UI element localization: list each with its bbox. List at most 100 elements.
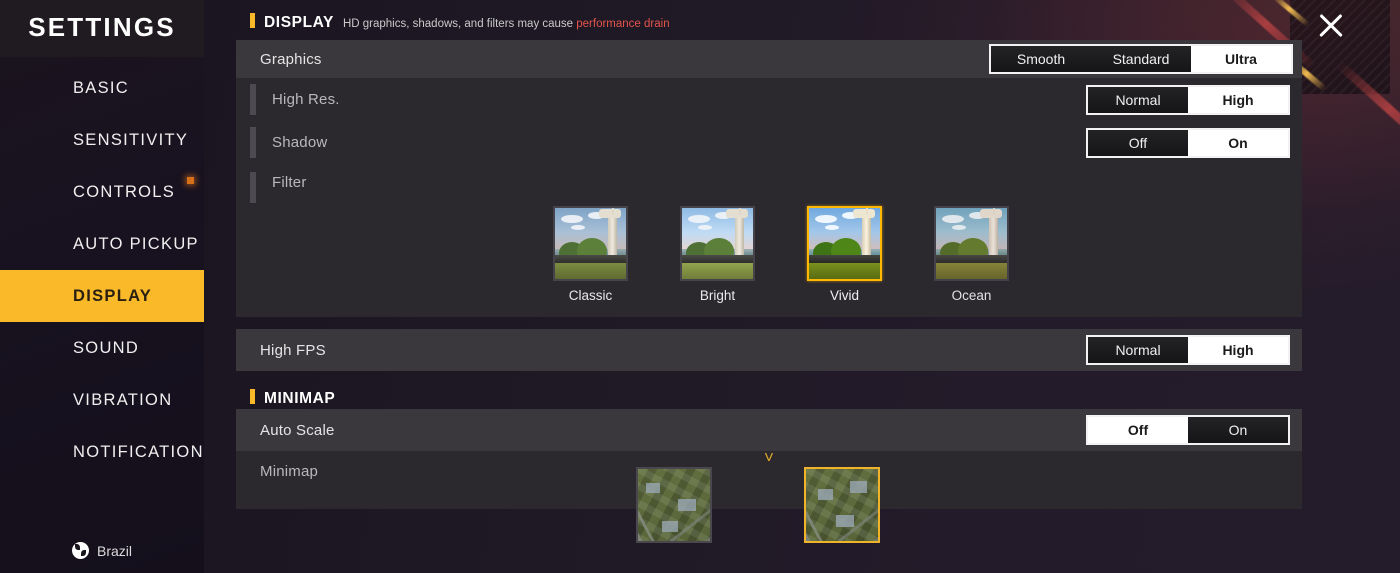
- thumb-cloud: [688, 215, 710, 223]
- graphics-label: Graphics: [260, 50, 322, 68]
- sidebar-item-display[interactable]: DISPLAY: [0, 270, 204, 322]
- sidebar-item-notification[interactable]: NOTIFICATION: [0, 426, 204, 478]
- sidebar-item-vibration[interactable]: VIBRATION: [0, 374, 204, 426]
- thumb-tower-mast: [612, 208, 615, 215]
- thumb-cloud: [698, 225, 712, 230]
- thumb-tower-top: [853, 209, 876, 219]
- settings-screen: SETTINGS BASIC SENSITIVITY CONTROLS AUTO…: [0, 0, 1400, 573]
- shadow-option-off[interactable]: Off: [1088, 129, 1188, 156]
- sidebar-item-label: SOUND: [73, 338, 140, 357]
- auto-scale-toggle-group[interactable]: Off On: [1086, 415, 1290, 445]
- graphics-option-ultra[interactable]: Ultra: [1191, 46, 1291, 72]
- thumb-tower-top: [599, 209, 622, 219]
- graphics-option-smooth[interactable]: Smooth: [991, 46, 1091, 72]
- thumb-cloud: [571, 225, 585, 230]
- minimap-options: [236, 463, 880, 543]
- high-fps-option-high[interactable]: High: [1188, 337, 1288, 363]
- high-res-option-high[interactable]: High: [1188, 86, 1288, 113]
- high-fps-card: High FPS Normal High: [236, 329, 1302, 371]
- shadow-row: Shadow Off On: [236, 121, 1302, 164]
- subrow-accent-tab: [250, 84, 256, 115]
- filter-thumbnail: [553, 206, 628, 281]
- minimap-section-header: MINIMAP: [236, 371, 1314, 409]
- shadow-toggle-group[interactable]: Off On: [1086, 127, 1290, 158]
- filter-option-vivid[interactable]: Vivid: [807, 206, 882, 303]
- auto-scale-option-on[interactable]: On: [1188, 417, 1288, 443]
- shadow-option-on[interactable]: On: [1188, 129, 1288, 156]
- filter-thumbnail: [680, 206, 755, 281]
- subrow-accent-tab: [250, 127, 256, 158]
- sidebar-item-label: VIBRATION: [73, 390, 173, 409]
- region-selector[interactable]: Brazil: [0, 542, 204, 559]
- section-accent-bar: [250, 389, 255, 404]
- auto-scale-option-off[interactable]: Off: [1088, 417, 1188, 443]
- notification-dot-icon: [187, 177, 194, 184]
- thumb-road: [555, 254, 626, 264]
- auto-scale-label: Auto Scale: [260, 421, 335, 439]
- auto-scale-row: Auto Scale Off On: [236, 409, 1302, 451]
- sidebar-item-label: NOTIFICATION: [73, 442, 204, 461]
- subtitle-warning: performance drain: [576, 18, 670, 30]
- minimap-building: [836, 515, 854, 527]
- graphics-row: Graphics Smooth Standard Ultra: [236, 40, 1302, 78]
- high-res-label: High Res.: [272, 91, 340, 108]
- region-label: Brazil: [96, 542, 132, 559]
- thumb-road: [809, 254, 880, 264]
- shadow-label: Shadow: [272, 134, 328, 151]
- graphics-option-standard[interactable]: Standard: [1091, 46, 1191, 72]
- sidebar-item-sensitivity[interactable]: SENSITIVITY: [0, 114, 204, 166]
- filter-option-ocean[interactable]: Ocean: [934, 206, 1009, 303]
- filter-option-classic[interactable]: Classic: [553, 206, 628, 303]
- thumb-grass: [555, 263, 626, 279]
- minimap-option-1[interactable]: [636, 467, 712, 543]
- sidebar-nav: BASIC SENSITIVITY CONTROLS AUTO PICKUP D…: [0, 62, 204, 478]
- filter-row: Filter Classic Bright Vivid Ocean: [236, 164, 1302, 317]
- sidebar-item-basic[interactable]: BASIC: [0, 62, 204, 114]
- sidebar-item-controls[interactable]: CONTROLS: [0, 166, 204, 218]
- thumb-grass: [809, 263, 880, 279]
- page-title: SETTINGS: [28, 12, 176, 42]
- filter-thumbnail: [807, 206, 882, 281]
- sidebar-item-sound[interactable]: SOUND: [0, 322, 204, 374]
- minimap-building: [678, 499, 696, 511]
- thumb-grass: [936, 263, 1007, 279]
- thumb-tower-top: [980, 209, 1003, 219]
- thumb-tower-mast: [739, 208, 742, 215]
- subtitle-text: HD graphics, shadows, and filters may ca…: [342, 18, 577, 30]
- thumb-tower-mast: [866, 208, 869, 215]
- settings-content: DISPLAY HD graphics, shadows, and filter…: [236, 0, 1314, 573]
- sidebar: SETTINGS BASIC SENSITIVITY CONTROLS AUTO…: [0, 0, 204, 573]
- thumb-cloud: [561, 215, 583, 223]
- minimap-building: [646, 483, 660, 493]
- filter-option-bright[interactable]: Bright: [680, 206, 755, 303]
- section-title: DISPLAY: [264, 14, 334, 31]
- minimap-thumbnail: [806, 469, 878, 541]
- chevron-down-icon[interactable]: ˅: [236, 449, 1302, 466]
- high-res-toggle-group[interactable]: Normal High: [1086, 84, 1290, 115]
- minimap-building: [662, 521, 678, 532]
- filter-label-row: Filter: [236, 164, 1302, 200]
- sidebar-item-auto-pickup[interactable]: AUTO PICKUP: [0, 218, 204, 270]
- sidebar-item-label: CONTROLS: [73, 182, 176, 201]
- thumb-cloud: [942, 215, 964, 223]
- high-fps-toggle-group[interactable]: Normal High: [1086, 335, 1290, 365]
- sidebar-item-label: DISPLAY: [73, 286, 153, 305]
- thumb-grass: [682, 263, 753, 279]
- high-fps-option-normal[interactable]: Normal: [1088, 337, 1188, 363]
- filter-caption: Ocean: [951, 288, 992, 303]
- graphics-toggle-group[interactable]: Smooth Standard Ultra: [989, 44, 1293, 74]
- minimap-option-2[interactable]: [804, 467, 880, 543]
- filter-caption: Bright: [699, 288, 736, 303]
- sidebar-item-label: AUTO PICKUP: [73, 234, 199, 253]
- filter-caption: Vivid: [829, 288, 860, 303]
- sidebar-item-label: SENSITIVITY: [73, 130, 189, 149]
- display-section-header: DISPLAY HD graphics, shadows, and filter…: [236, 0, 1314, 40]
- high-res-option-normal[interactable]: Normal: [1088, 86, 1188, 113]
- graphics-subrows: High Res. Normal High Shadow Off On Filt…: [236, 78, 1302, 317]
- minimap-building: [818, 489, 833, 500]
- thumb-road: [682, 254, 753, 264]
- minimap-card: Auto Scale Off On ˅ Minimap: [236, 409, 1302, 543]
- minimap-building: [850, 481, 867, 493]
- close-button[interactable]: [1310, 5, 1352, 47]
